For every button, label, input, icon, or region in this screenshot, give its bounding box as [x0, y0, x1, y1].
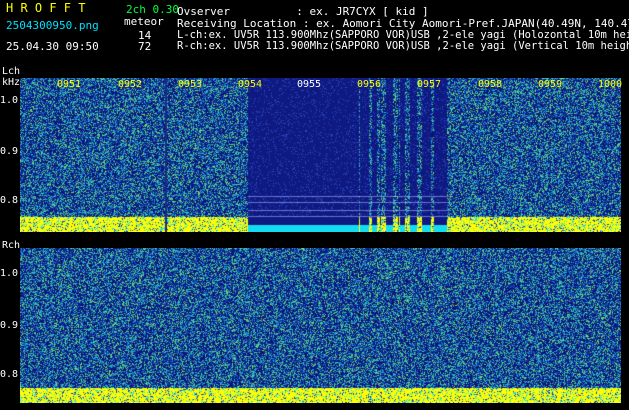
time-tick: 0952 — [118, 79, 143, 90]
time-tick: 0958 — [478, 79, 503, 90]
time-tick: 0959 — [538, 79, 563, 90]
rch-freq-tick: 0.8 — [0, 369, 19, 380]
time-tick: 0953 — [178, 79, 203, 90]
lch-freq-tick: 0.9 — [0, 146, 19, 157]
rch-label: Rch — [2, 240, 21, 251]
time-tick: 0951 — [57, 79, 82, 90]
lch-time-ticks: 0951 0952 0953 0954 0955 0956 0957 0958 … — [20, 79, 623, 92]
rch-freq-tick: 1.0 — [0, 268, 19, 279]
rch-freq-tick: 0.9 — [0, 320, 19, 331]
rch-spectrogram — [20, 248, 621, 403]
mode-label: 2ch 0.30 — [126, 3, 179, 16]
lch-spectrogram — [20, 78, 621, 232]
time-tick: 0957 — [417, 79, 442, 90]
datetime: 25.04.30 09:50 — [6, 40, 99, 53]
time-tick: 0956 — [357, 79, 382, 90]
lch-freq-tick: 1.0 — [0, 95, 19, 106]
lch-label: Lch — [2, 66, 21, 77]
meteor-label: meteor — [124, 15, 164, 28]
time-tick: 1000 — [598, 79, 623, 90]
rch-info-line: R-ch:ex. UV5R 113.900Mhz(SAPPORO VOR)USB… — [177, 40, 629, 52]
lch-unit: kHz — [2, 77, 21, 88]
filename: 2504300950.png — [6, 19, 99, 32]
location-line: Receiving Location : ex. Aomori City Aom… — [177, 17, 629, 30]
app-title: H R O F F T — [6, 1, 86, 15]
rch-count: 72 — [138, 40, 152, 53]
observer-line: Ovserver : ex. JR7CYX [ kid ] — [177, 5, 429, 18]
time-tick: 0955 — [297, 79, 322, 90]
lch-freq-tick: 0.8 — [0, 195, 19, 206]
time-tick: 0954 — [238, 79, 263, 90]
